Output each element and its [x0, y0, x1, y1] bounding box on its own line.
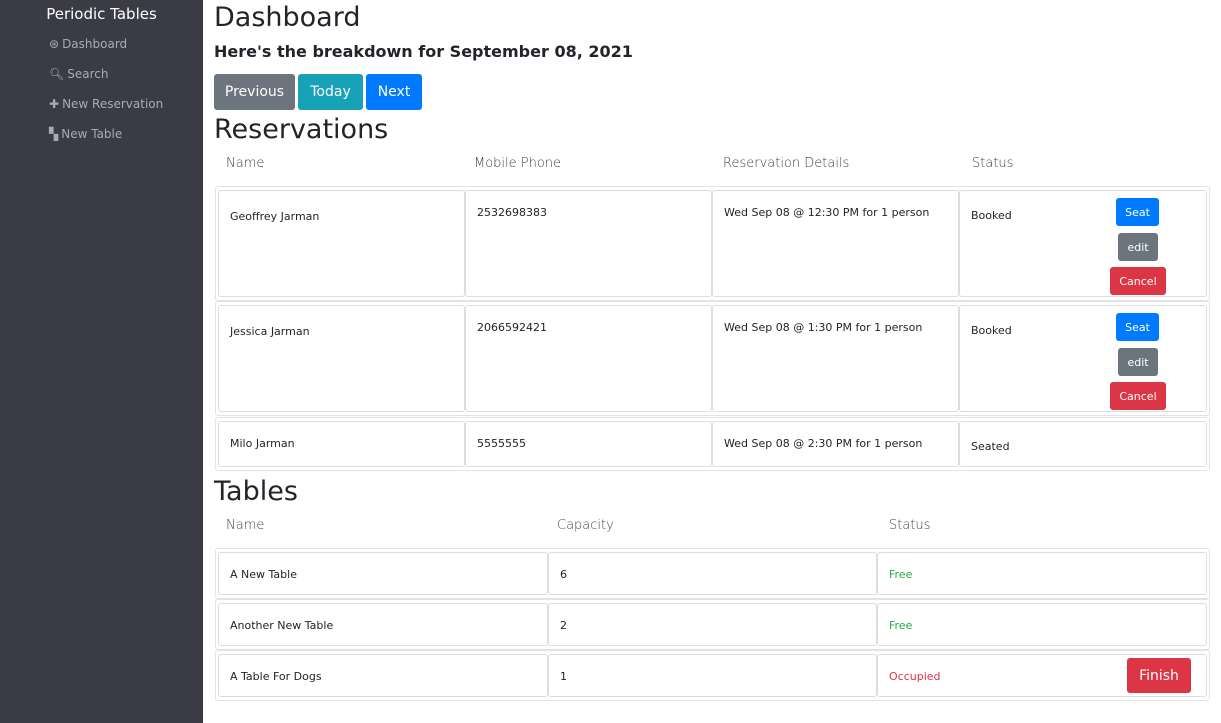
sidebar-item-new-reservation[interactable]: ✚ New Reservation	[49, 97, 163, 111]
plus-icon: ✚	[49, 97, 60, 111]
previous-button[interactable]: Previous	[214, 74, 295, 110]
reservation-row: Geoffrey Jarman 2532698383 Wed Sep 08 @ …	[215, 186, 1210, 301]
res-status: Seated	[959, 421, 1207, 467]
table-row: A New Table 6 Free	[215, 548, 1210, 599]
res-name: Geoffrey Jarman	[218, 190, 465, 297]
search-icon: 🔍︎	[49, 67, 65, 81]
res-name: Milo Jarman	[218, 421, 465, 467]
table-status: Free	[877, 603, 1207, 646]
res-name: Jessica Jarman	[218, 305, 465, 412]
res-details: Wed Sep 08 @ 12:30 PM for 1 person	[712, 190, 959, 297]
page-subtitle: Here's the breakdown for September 08, 2…	[214, 42, 633, 61]
res-status-cell: Booked Seat edit Cancel	[959, 190, 1207, 297]
cancel-button[interactable]: Cancel	[1110, 267, 1166, 295]
col-phone: Mobile Phone	[474, 156, 562, 171]
col-table-name: Name	[226, 518, 265, 533]
reservation-row: Milo Jarman 5555555 Wed Sep 08 @ 2:30 PM…	[215, 417, 1210, 471]
sidebar: Periodic Tables ⊛ Dashboard 🔍︎ Search ✚ New…	[0, 0, 203, 723]
table-icon: ▚	[49, 127, 59, 141]
finish-button[interactable]: Finish	[1127, 658, 1191, 693]
table-capacity: 6	[548, 552, 877, 595]
edit-button[interactable]: edit	[1118, 348, 1158, 376]
cancel-button[interactable]: Cancel	[1110, 382, 1166, 410]
table-name: A Table For Dogs	[218, 654, 548, 697]
col-details: Reservation Details	[723, 156, 850, 171]
table-capacity: 1	[548, 654, 877, 697]
res-phone: 2066592421	[465, 305, 712, 412]
today-button[interactable]: Today	[298, 74, 363, 110]
table-status: Free	[877, 552, 1207, 595]
sidebar-item-new-table[interactable]: ▚ New Table	[49, 127, 122, 141]
res-phone: 5555555	[465, 421, 712, 467]
sidebar-item-search[interactable]: 🔍︎ Search	[49, 67, 108, 81]
table-name: A New Table	[218, 552, 548, 595]
next-button[interactable]: Next	[366, 74, 422, 110]
res-phone: 2532698383	[465, 190, 712, 297]
table-status: Occupied	[889, 670, 941, 683]
reservation-row: Jessica Jarman 2066592421 Wed Sep 08 @ 1…	[215, 301, 1210, 416]
col-name: Name	[226, 156, 265, 171]
res-details: Wed Sep 08 @ 2:30 PM for 1 person	[712, 421, 959, 467]
seat-button[interactable]: Seat	[1116, 313, 1159, 341]
table-capacity: 2	[548, 603, 877, 646]
seat-button[interactable]: Seat	[1116, 198, 1159, 226]
table-status-cell: Occupied Finish	[877, 654, 1207, 697]
col-status: Status	[972, 156, 1014, 171]
dashboard-icon: ⊛	[49, 37, 60, 51]
table-row: Another New Table 2 Free	[215, 599, 1210, 650]
reservations-title: Reservations	[214, 114, 389, 145]
edit-button[interactable]: edit	[1118, 233, 1158, 261]
brand[interactable]: Periodic Tables	[0, 5, 203, 23]
col-capacity: Capacity	[557, 518, 614, 533]
res-status: Booked	[971, 209, 1012, 222]
res-details: Wed Sep 08 @ 1:30 PM for 1 person	[712, 305, 959, 412]
sidebar-item-dashboard[interactable]: ⊛ Dashboard	[49, 37, 127, 51]
table-name: Another New Table	[218, 603, 548, 646]
table-row: A Table For Dogs 1 Occupied Finish	[215, 650, 1210, 701]
res-status: Booked	[971, 324, 1012, 337]
tables-title: Tables	[214, 476, 298, 507]
page-title: Dashboard	[214, 2, 361, 33]
col-table-status: Status	[889, 518, 931, 533]
res-status-cell: Booked Seat edit Cancel	[959, 305, 1207, 412]
